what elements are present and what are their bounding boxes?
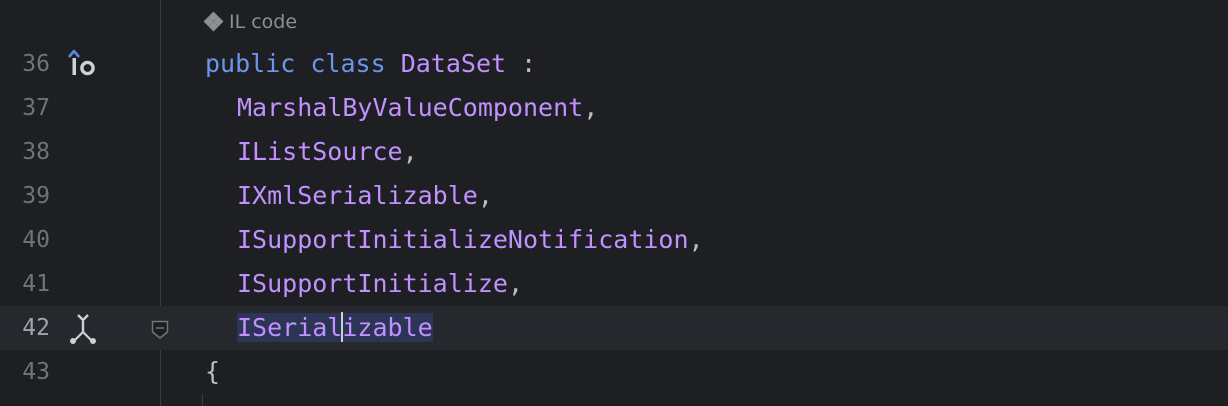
punctuation: , xyxy=(477,181,493,210)
code-line[interactable]: 41 ISupportInitialize, xyxy=(0,262,1228,306)
code-line[interactable]: 39 IXmlSerializable, xyxy=(0,174,1228,218)
punctuation: , xyxy=(583,93,599,122)
class-name: DataSet xyxy=(400,49,507,78)
code-text[interactable]: MarshalByValueComponent, xyxy=(237,86,598,130)
indent-guide xyxy=(202,394,203,406)
interface-name: ISupportInitializeNotification xyxy=(237,225,689,254)
punctuation: , xyxy=(402,137,418,166)
line-number[interactable]: 42 xyxy=(0,306,50,350)
code-text[interactable]: public class DataSet : xyxy=(205,42,536,86)
type-hierarchy-icon[interactable] xyxy=(66,312,100,346)
base-type-name: MarshalByValueComponent xyxy=(237,93,584,122)
code-line-current[interactable]: 42 ISerializable xyxy=(0,306,1228,350)
open-brace: { xyxy=(205,357,221,386)
punctuation: : xyxy=(506,49,537,78)
il-code-hint[interactable]: IL code xyxy=(203,8,298,36)
highlighted-identifier[interactable]: ISerializable xyxy=(237,312,433,342)
code-line[interactable]: 43 { xyxy=(0,350,1228,394)
code-line[interactable]: 38 IListSource, xyxy=(0,130,1228,174)
line-number[interactable]: 38 xyxy=(0,130,50,174)
code-line[interactable]: 37 MarshalByValueComponent, xyxy=(0,86,1228,130)
line-number[interactable]: 40 xyxy=(0,218,50,262)
interface-name: IListSource xyxy=(237,137,403,166)
code-text[interactable]: ISerializable xyxy=(237,306,433,350)
code-editor[interactable]: IL code 36 public class DataSet : 37 Mar… xyxy=(0,0,1228,406)
punctuation: , xyxy=(507,269,523,298)
keyword: public class xyxy=(205,49,386,78)
il-code-hint-label: IL code xyxy=(229,11,298,33)
punctuation: , xyxy=(688,225,704,254)
line-number[interactable]: 37 xyxy=(0,86,50,130)
interface-name: IXmlSerializable xyxy=(237,181,478,210)
code-text[interactable]: { xyxy=(205,350,220,394)
line-number[interactable]: 36 xyxy=(0,42,50,86)
code-line[interactable]: 36 public class DataSet : xyxy=(0,42,1228,86)
code-text[interactable]: ISupportInitializeNotification, xyxy=(237,218,704,262)
interface-name: ISupportInitialize xyxy=(237,269,508,298)
code-text[interactable]: ISupportInitialize, xyxy=(237,262,523,306)
il-code-diamond-icon xyxy=(203,11,224,32)
identifier-part: izable xyxy=(342,313,433,342)
line-number[interactable]: 41 xyxy=(0,262,50,306)
identifier-part: ISerial xyxy=(237,313,343,342)
code-text[interactable]: IListSource, xyxy=(237,130,418,174)
line-number[interactable]: 43 xyxy=(0,350,50,394)
line-number[interactable]: 39 xyxy=(0,174,50,218)
implements-interface-icon[interactable] xyxy=(66,48,100,82)
code-line[interactable]: 40 ISupportInitializeNotification, xyxy=(0,218,1228,262)
fold-marker-icon[interactable] xyxy=(151,320,169,340)
code-text[interactable]: IXmlSerializable, xyxy=(237,174,493,218)
